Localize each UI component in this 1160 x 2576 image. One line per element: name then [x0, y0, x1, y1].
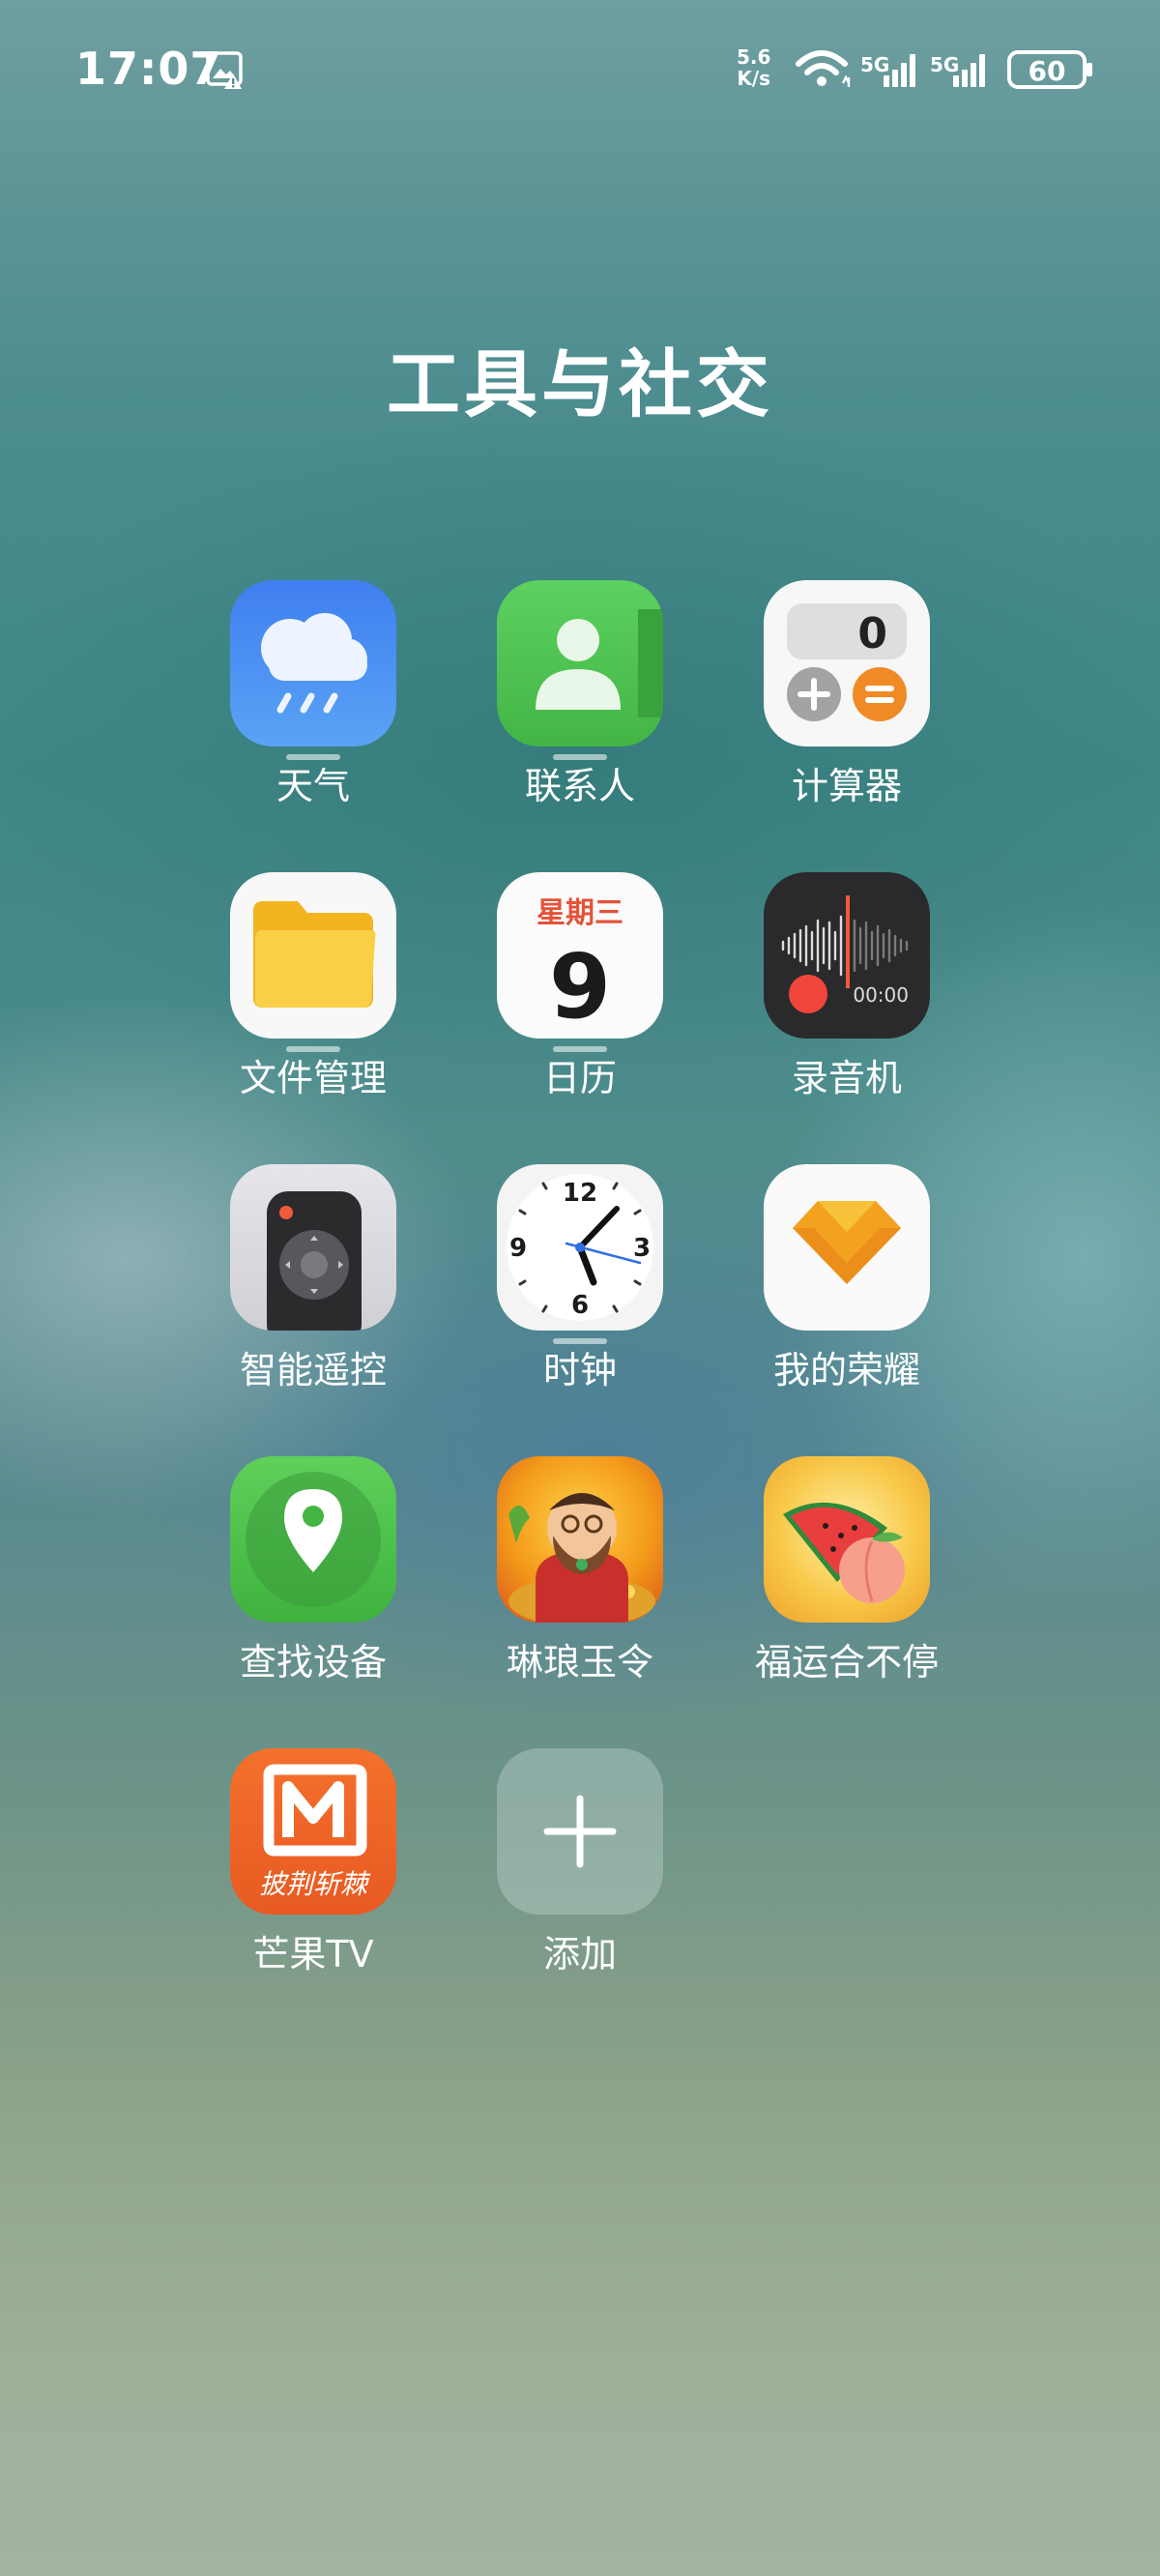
clock-number-9: 9: [509, 1234, 527, 1263]
honor-icon[interactable]: [764, 1164, 930, 1331]
app-label: 福运合不停: [754, 1641, 939, 1683]
app-label: 计算器: [791, 765, 902, 807]
clock-number-3: 3: [633, 1234, 651, 1263]
network-speed: 5.6 K/s: [737, 46, 770, 89]
app-label: 我的荣耀: [772, 1349, 920, 1391]
battery-level: 60: [1029, 55, 1066, 87]
app-label: 添加: [542, 1933, 617, 1976]
files-icon[interactable]: [230, 872, 396, 1039]
network-speed-value: 5.6: [737, 45, 771, 69]
app-label: 联系人: [524, 765, 635, 807]
app-label: 日历: [542, 1057, 617, 1099]
wifi-icon: [796, 50, 851, 87]
app-label: 芒果TV: [252, 1933, 374, 1976]
app-label: 琳琅玉令: [506, 1641, 653, 1683]
signal-1-label: 5G: [860, 53, 889, 76]
app-label: 天气: [276, 765, 350, 807]
folder-title[interactable]: 工具与社交: [0, 325, 1160, 431]
calendar-day: 9: [549, 935, 611, 1039]
status-time: 17:07: [75, 43, 222, 95]
recorder-icon[interactable]: 00:00: [764, 872, 930, 1039]
status-bar: 17:07 5.6 K/s 5G 5G 60: [0, 0, 1160, 145]
recorder-timer: 00:00: [853, 983, 909, 1007]
calendar-icon[interactable]: 星期三 9: [497, 872, 663, 1039]
add-icon[interactable]: [497, 1748, 663, 1915]
app-label: 查找设备: [239, 1641, 387, 1683]
mango-tv-tagline: 披荆斩棘: [259, 1868, 371, 1900]
screenshot-notification-icon: [206, 51, 243, 89]
signal-2-label: 5G: [930, 53, 959, 76]
status-icons: 5G 5G 60: [796, 50, 1092, 89]
find-device-icon[interactable]: [230, 1456, 396, 1623]
weather-icon[interactable]: [230, 580, 396, 746]
app-label: 文件管理: [239, 1057, 387, 1099]
calendar-weekday: 星期三: [536, 896, 624, 930]
network-speed-unit: K/s: [737, 67, 771, 90]
app-label: 录音机: [791, 1057, 902, 1099]
signal-1-icon: 5G: [860, 53, 915, 87]
app-label: 智能遥控: [239, 1349, 387, 1391]
calculator-icon[interactable]: 0: [764, 580, 930, 746]
clock-icon[interactable]: 12 3 6 9: [497, 1164, 663, 1331]
calculator-display: 0: [857, 609, 887, 659]
app-label: 时钟: [542, 1349, 617, 1391]
clock-number-6: 6: [571, 1291, 589, 1320]
game-icon[interactable]: [497, 1456, 663, 1623]
remote-icon[interactable]: [230, 1164, 396, 1331]
battery-icon: 60: [1007, 50, 1092, 89]
clock-number-12: 12: [563, 1179, 597, 1208]
fruit-game-icon[interactable]: [764, 1456, 930, 1623]
mango-tv-icon[interactable]: 披荆斩棘: [230, 1748, 396, 1915]
contacts-icon[interactable]: [497, 580, 663, 746]
signal-2-icon: 5G: [930, 53, 985, 87]
